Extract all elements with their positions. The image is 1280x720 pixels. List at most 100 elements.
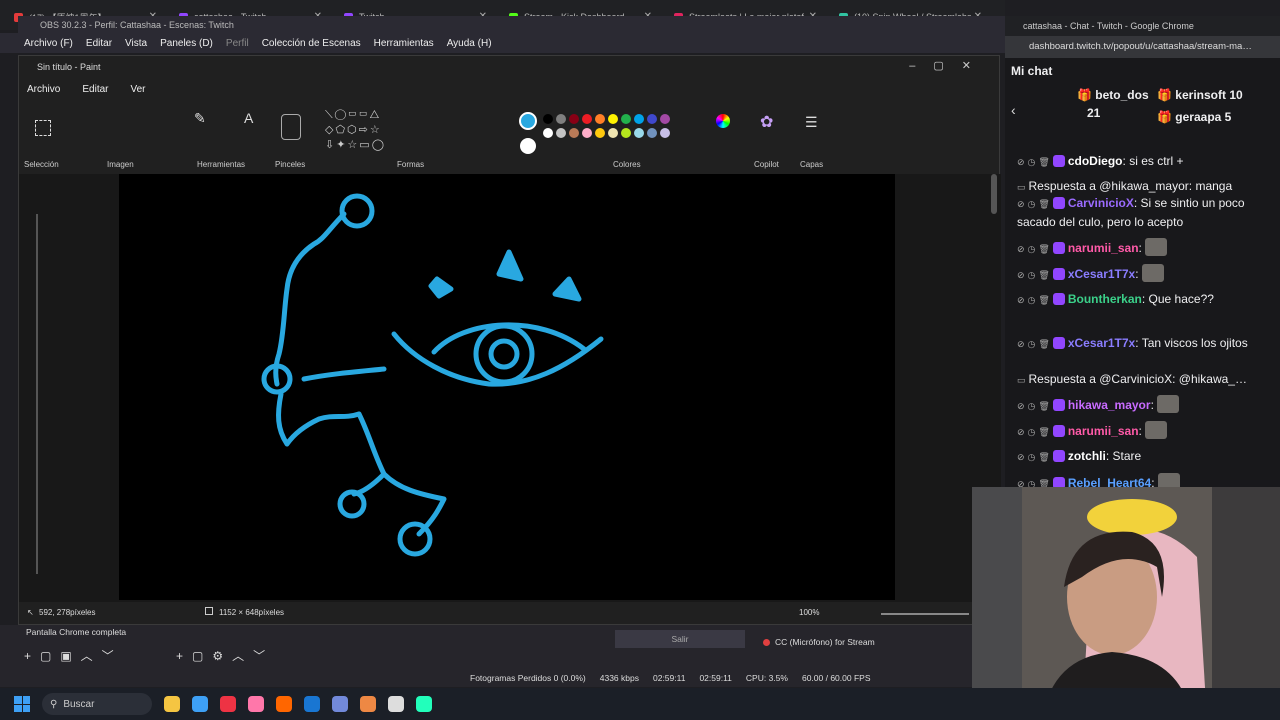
obs-menu-item[interactable]: Perfil xyxy=(226,38,249,49)
delete-icon[interactable]: 🗑 xyxy=(1038,397,1049,415)
taskbar-app-icon[interactable] xyxy=(192,696,208,712)
source-item[interactable]: Pantalla Chrome completa xyxy=(26,627,126,637)
palette-swatch[interactable] xyxy=(569,128,579,138)
timeout-icon[interactable]: ◷ xyxy=(1028,266,1036,284)
palette-swatch[interactable] xyxy=(582,114,592,124)
obs-menu-item[interactable]: Ayuda (H) xyxy=(447,38,492,49)
taskbar-app-icon[interactable] xyxy=(164,696,180,712)
palette-swatch[interactable] xyxy=(621,114,631,124)
delete-icon[interactable]: 🗑 xyxy=(1038,423,1049,441)
active-color-swatch[interactable] xyxy=(519,112,537,130)
zoom-slider[interactable] xyxy=(881,613,969,615)
taskbar-search[interactable]: ⚲ Buscar xyxy=(42,693,152,715)
ban-icon[interactable]: ⊘ xyxy=(1017,153,1025,171)
chat-url-bar[interactable]: dashboard.twitch.tv/popout/u/cattashaa/s… xyxy=(1005,36,1280,58)
palette-swatch[interactable] xyxy=(543,128,553,138)
palette-swatch[interactable] xyxy=(569,114,579,124)
drawing-canvas[interactable] xyxy=(119,174,895,600)
select-icon[interactable] xyxy=(35,120,51,136)
palette-swatch[interactable] xyxy=(608,114,618,124)
timeout-icon[interactable]: ◷ xyxy=(1028,448,1036,466)
chat-username[interactable]: xCesar1T7x xyxy=(1068,267,1135,281)
ban-icon[interactable]: ⊘ xyxy=(1017,423,1025,441)
obs-menu-item[interactable]: Vista xyxy=(125,38,147,49)
ban-icon[interactable]: ⊘ xyxy=(1017,195,1025,213)
ban-icon[interactable]: ⊘ xyxy=(1017,397,1025,415)
palette-swatch[interactable] xyxy=(660,128,670,138)
taskbar-app-icon[interactable] xyxy=(388,696,404,712)
brush-size-slider[interactable] xyxy=(33,199,41,579)
ban-icon[interactable]: ⊘ xyxy=(1017,291,1025,309)
timeout-icon[interactable]: ◷ xyxy=(1028,195,1036,213)
delete-icon[interactable]: 🗑 xyxy=(1038,291,1049,309)
taskbar-app-icon[interactable] xyxy=(276,696,292,712)
ban-icon[interactable]: ⊘ xyxy=(1017,266,1025,284)
timeout-icon[interactable]: ◷ xyxy=(1028,397,1036,415)
windows-start-icon[interactable] xyxy=(14,696,30,712)
delete-icon[interactable]: 🗑 xyxy=(1038,448,1049,466)
taskbar-app-icon[interactable] xyxy=(360,696,376,712)
palette-swatch[interactable] xyxy=(647,114,657,124)
color-picker-icon[interactable] xyxy=(716,114,730,128)
scene-controls[interactable]: +▢▣︿﹀ xyxy=(24,647,123,664)
delete-icon[interactable]: 🗑 xyxy=(1038,153,1049,171)
source-controls[interactable]: +▢⚙︿﹀ xyxy=(176,647,274,664)
paint-menu-item[interactable]: Archivo xyxy=(27,84,60,95)
canvas-scrollbar[interactable] xyxy=(991,174,997,214)
taskbar-app-icon[interactable] xyxy=(416,696,432,712)
zoom-level[interactable]: 100% xyxy=(799,608,819,617)
delete-icon[interactable]: 🗑 xyxy=(1038,195,1049,213)
palette-swatch[interactable] xyxy=(556,114,566,124)
taskbar-app-icon[interactable] xyxy=(304,696,320,712)
timeout-icon[interactable]: ◷ xyxy=(1028,291,1036,309)
brush-icon[interactable] xyxy=(281,114,301,140)
chat-username[interactable]: narumii_san xyxy=(1068,424,1139,438)
taskbar-app-icon[interactable] xyxy=(332,696,348,712)
palette-swatch[interactable] xyxy=(660,114,670,124)
palette-swatch[interactable] xyxy=(582,128,592,138)
shapes-gallery[interactable]: ⟍◯▭▭△ ◇⬠⬡⇨☆ ⇩✦☆▭◯ xyxy=(325,108,429,151)
obs-menu-item[interactable]: Colección de Escenas xyxy=(262,38,361,49)
gifter-entry[interactable]: 🎁 kerinsoft 10 xyxy=(1157,88,1243,102)
gifter-entry[interactable]: 🎁 geraapa 5 xyxy=(1157,110,1231,124)
palette-swatch[interactable] xyxy=(608,128,618,138)
back-arrow-icon[interactable]: ‹ xyxy=(1011,102,1016,118)
timeout-icon[interactable]: ◷ xyxy=(1028,153,1036,171)
secondary-color-swatch[interactable] xyxy=(520,138,536,154)
chat-username[interactable]: CarvinicioX xyxy=(1068,196,1134,210)
copilot-icon[interactable]: ✿ xyxy=(760,112,773,132)
palette-swatch[interactable] xyxy=(634,128,644,138)
chat-username[interactable]: hikawa_mayor xyxy=(1068,398,1151,412)
taskbar-app-icon[interactable] xyxy=(248,696,264,712)
chat-username[interactable]: zotchli xyxy=(1068,449,1106,463)
layers-icon[interactable]: ☰ xyxy=(805,114,818,131)
delete-icon[interactable]: 🗑 xyxy=(1038,240,1049,258)
delete-icon[interactable]: 🗑 xyxy=(1038,266,1049,284)
palette-swatch[interactable] xyxy=(634,114,644,124)
chat-username[interactable]: cdoDiego xyxy=(1068,154,1123,168)
timeout-icon[interactable]: ◷ xyxy=(1028,423,1036,441)
obs-menu-item[interactable]: Archivo (F) xyxy=(24,38,73,49)
obs-menu-item[interactable]: Herramientas xyxy=(374,38,434,49)
delete-icon[interactable]: 🗑 xyxy=(1038,335,1049,353)
ban-icon[interactable]: ⊘ xyxy=(1017,448,1025,466)
palette-swatch[interactable] xyxy=(595,128,605,138)
palette-swatch[interactable] xyxy=(543,114,553,124)
taskbar-app-icon[interactable] xyxy=(220,696,236,712)
paint-menu-item[interactable]: Editar xyxy=(82,84,108,95)
window-controls[interactable]: –▢✕ xyxy=(909,59,989,72)
ban-icon[interactable]: ⊘ xyxy=(1017,335,1025,353)
exit-button[interactable]: Salir xyxy=(615,630,745,648)
obs-menu-item[interactable]: Editar xyxy=(86,38,112,49)
palette-swatch[interactable] xyxy=(647,128,657,138)
chat-username[interactable]: Bountherkan xyxy=(1068,292,1142,306)
chat-username[interactable]: xCesar1T7x xyxy=(1068,336,1135,350)
ban-icon[interactable]: ⊘ xyxy=(1017,240,1025,258)
text-icon[interactable]: A xyxy=(244,110,253,126)
paint-menu-item[interactable]: Ver xyxy=(130,84,145,95)
palette-swatch[interactable] xyxy=(621,128,631,138)
pencil-icon[interactable]: ✎ xyxy=(194,110,206,127)
timeout-icon[interactable]: ◷ xyxy=(1028,335,1036,353)
timeout-icon[interactable]: ◷ xyxy=(1028,240,1036,258)
gifter-entry[interactable]: 🎁 beto_dos 21 xyxy=(1077,88,1149,120)
